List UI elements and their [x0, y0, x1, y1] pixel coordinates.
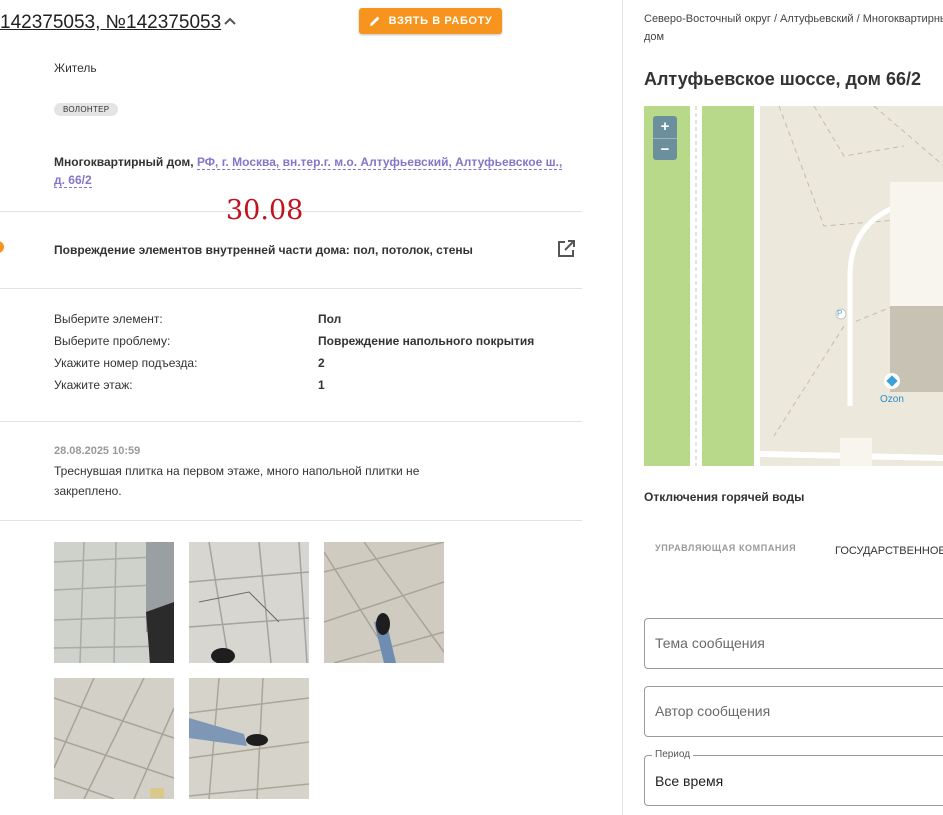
divider: [0, 520, 582, 521]
photo-thumbnail[interactable]: [54, 542, 174, 663]
attr-label-entrance: Укажите номер подъезда:: [54, 356, 198, 370]
hot-water-outages-title: Отключения горячей воды: [644, 490, 805, 504]
ticket-title[interactable]: 142375053, №142375053: [0, 12, 221, 34]
period-value: Все время: [655, 773, 724, 789]
management-company-label: УПРАВЛЯЮЩАЯ КОМПАНИЯ: [655, 543, 797, 553]
attr-value-floor: 1: [318, 378, 325, 392]
zoom-in-button[interactable]: +: [653, 116, 677, 138]
take-in-work-button[interactable]: ВЗЯТЬ В РАБОТУ: [359, 8, 502, 34]
zoom-out-button[interactable]: −: [653, 138, 677, 160]
period-select[interactable]: Период Все время: [644, 749, 943, 806]
attr-label-element: Выберите элемент:: [54, 312, 163, 326]
map[interactable]: + − P Ozon: [644, 106, 943, 466]
photo-thumbnail[interactable]: [324, 542, 444, 663]
photo-thumbnail[interactable]: [189, 542, 309, 663]
attr-value-problem: Повреждение напольного покрытия: [318, 334, 535, 348]
photo-thumbnail[interactable]: [189, 678, 309, 799]
address-prefix: Многоквартирный дом,: [54, 155, 194, 169]
status-dot: [0, 241, 4, 253]
attr-label-floor: Укажите этаж:: [54, 378, 133, 392]
map-zoom-controls: + −: [653, 116, 677, 160]
subject-input[interactable]: [655, 635, 943, 651]
comment-date: 28.08.2025 10:59: [54, 445, 141, 457]
divider: [0, 288, 582, 289]
breadcrumb[interactable]: Северо-Восточный округ / Алтуфьевский / …: [644, 10, 943, 46]
attr-value-element: Пол: [318, 312, 342, 326]
object-address-title: Алтуфьевское шоссе, дом 66/2: [644, 69, 922, 89]
object-address: Многоквартирный дом, РФ, г. Москва, вн.т…: [54, 153, 574, 189]
author-field[interactable]: [644, 686, 943, 737]
object-panel: Северо-Восточный округ / Алтуфьевский / …: [622, 0, 943, 815]
open-external-icon[interactable]: [556, 239, 576, 259]
date-stamp: 30.08: [226, 195, 304, 226]
map-parking-label: P: [837, 309, 843, 318]
ticket-panel: 142375053, №142375053 ВЗЯТЬ В РАБОТУ Жит…: [0, 0, 622, 815]
author-role: Житель: [54, 61, 97, 75]
map-poi-ozon[interactable]: Ozon: [880, 394, 904, 405]
attr-label-problem: Выберите проблему:: [54, 334, 171, 348]
volunteer-badge: ВОЛОНТЕР: [54, 103, 119, 116]
divider: [0, 421, 582, 422]
period-label: Период: [652, 749, 694, 760]
photo-thumbnail[interactable]: [54, 678, 174, 799]
subject-field[interactable]: [644, 618, 943, 669]
pencil-icon: [369, 16, 380, 26]
chevron-up-icon[interactable]: [222, 13, 238, 31]
take-in-work-label: ВЗЯТЬ В РАБОТУ: [388, 15, 493, 27]
problem-category: Повреждение элементов внутренней части д…: [54, 243, 473, 257]
attr-value-entrance: 2: [318, 356, 325, 370]
author-input[interactable]: [655, 703, 943, 719]
management-company-value: ГОСУДАРСТВЕННОЕ БЮДЖЕТНОЕ АЛТУФЬЕВСКОГО …: [835, 545, 943, 557]
comment-text: Треснувшая плитка на первом этаже, много…: [54, 464, 420, 498]
